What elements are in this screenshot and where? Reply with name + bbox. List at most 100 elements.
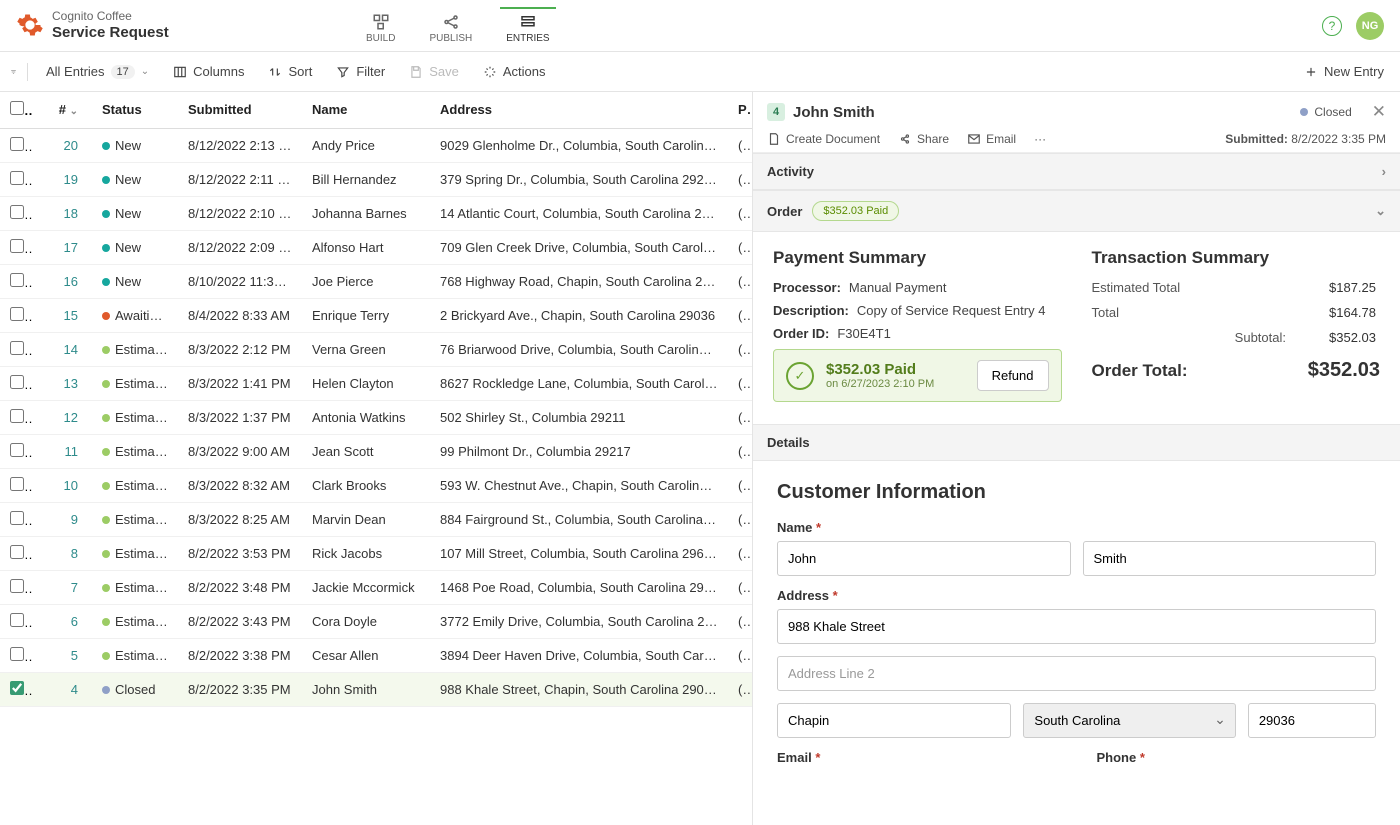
- first-name-input[interactable]: [777, 541, 1071, 576]
- cell-number: 11: [32, 434, 92, 468]
- table-row[interactable]: 20New8/12/2022 2:13 PMAndy Price9029 Gle…: [0, 128, 752, 162]
- row-checkbox[interactable]: [10, 307, 24, 321]
- app-logo-block: Cognito Coffee Service Request: [16, 9, 169, 41]
- status-dot-icon: [102, 652, 110, 660]
- row-checkbox[interactable]: [10, 137, 24, 151]
- activity-section-header[interactable]: Activity ›: [753, 153, 1400, 190]
- row-checkbox[interactable]: [10, 375, 24, 389]
- cell-status: New: [92, 264, 178, 298]
- table-row[interactable]: 16New8/10/2022 11:30 AMJoe Pierce768 Hig…: [0, 264, 752, 298]
- status-dot-icon: [102, 550, 110, 558]
- row-checkbox[interactable]: [10, 511, 24, 525]
- cell-submitted: 8/10/2022 11:30 AM: [178, 264, 302, 298]
- cell-address: 502 Shirley St., Columbia 29211: [430, 400, 728, 434]
- table-row[interactable]: 19New8/12/2022 2:11 PMBill Hernandez379 …: [0, 162, 752, 196]
- order-section-body: Payment Summary Processor:Manual Payment…: [753, 232, 1400, 424]
- cell-name: John Smith: [302, 672, 430, 706]
- state-select[interactable]: South Carolina: [1023, 703, 1235, 738]
- cell-number: 16: [32, 264, 92, 298]
- address-line2-input[interactable]: [777, 656, 1376, 691]
- refund-button[interactable]: Refund: [977, 360, 1049, 391]
- col-header-address[interactable]: Address: [430, 92, 728, 128]
- table-row[interactable]: 10Estimate …8/3/2022 8:32 AMClark Brooks…: [0, 468, 752, 502]
- col-header-phone[interactable]: Phone: [728, 92, 752, 128]
- last-name-input[interactable]: [1083, 541, 1377, 576]
- table-row[interactable]: 6Estimate a…8/2/2022 3:43 PMCora Doyle37…: [0, 604, 752, 638]
- table-row[interactable]: 15Awaiting …8/4/2022 8:33 AMEnrique Terr…: [0, 298, 752, 332]
- city-input[interactable]: [777, 703, 1011, 738]
- table-row[interactable]: 18New8/12/2022 2:10 PMJohanna Barnes14 A…: [0, 196, 752, 230]
- tab-entries[interactable]: ENTRIES: [500, 7, 555, 44]
- tab-publish[interactable]: PUBLISH: [423, 7, 478, 44]
- cell-address: 1468 Poe Road, Columbia, South Carolina …: [430, 570, 728, 604]
- table-row[interactable]: 4Closed8/2/2022 3:35 PMJohn Smith988 Kha…: [0, 672, 752, 706]
- filter-button[interactable]: Filter: [330, 60, 391, 83]
- address-line1-input[interactable]: [777, 609, 1376, 644]
- cell-submitted: 8/12/2022 2:13 PM: [178, 128, 302, 162]
- user-avatar[interactable]: NG: [1356, 12, 1384, 40]
- table-row[interactable]: 12Estimate …8/3/2022 1:37 PMAntonia Watk…: [0, 400, 752, 434]
- col-header-status[interactable]: Status: [92, 92, 178, 128]
- email-button[interactable]: Email: [967, 132, 1016, 146]
- status-dot-icon: [102, 516, 110, 524]
- table-row[interactable]: 13Estimate …8/3/2022 1:41 PMHelen Clayto…: [0, 366, 752, 400]
- cell-number: 5: [32, 638, 92, 672]
- table-row[interactable]: 8Estimate …8/2/2022 3:53 PMRick Jacobs10…: [0, 536, 752, 570]
- status-dot-icon: [102, 482, 110, 490]
- cell-status: New: [92, 230, 178, 264]
- status-dot-icon: [102, 244, 110, 252]
- cell-phone: (803): [728, 196, 752, 230]
- row-checkbox[interactable]: [10, 205, 24, 219]
- table-row[interactable]: 9Estimate …8/3/2022 8:25 AMMarvin Dean88…: [0, 502, 752, 536]
- cell-submitted: 8/3/2022 2:12 PM: [178, 332, 302, 366]
- row-checkbox[interactable]: [10, 545, 24, 559]
- help-icon[interactable]: ?: [1322, 16, 1342, 36]
- new-entry-button[interactable]: New Entry: [1298, 60, 1390, 83]
- cell-address: 593 W. Chestnut Ave., Chapin, South Caro…: [430, 468, 728, 502]
- more-actions-button[interactable]: ···: [1034, 132, 1046, 146]
- row-checkbox[interactable]: [10, 477, 24, 491]
- toolbar-settings-icon[interactable]: [10, 63, 28, 81]
- status-dot-icon: [102, 210, 110, 218]
- cell-address: 379 Spring Dr., Columbia, South Carolina…: [430, 162, 728, 196]
- row-checkbox[interactable]: [10, 341, 24, 355]
- col-header-number[interactable]: # ⌄: [32, 92, 92, 128]
- table-row[interactable]: 11Estimate …8/3/2022 9:00 AMJean Scott99…: [0, 434, 752, 468]
- cell-name: Enrique Terry: [302, 298, 430, 332]
- table-row[interactable]: 5Estimate …8/2/2022 3:38 PMCesar Allen38…: [0, 638, 752, 672]
- col-header-name[interactable]: Name: [302, 92, 430, 128]
- phone-label: Phone *: [1097, 750, 1377, 765]
- row-checkbox[interactable]: [10, 647, 24, 661]
- close-panel-button[interactable]: ✕: [1372, 102, 1386, 122]
- columns-button[interactable]: Columns: [167, 60, 250, 83]
- cell-status: Estimate …: [92, 570, 178, 604]
- sort-button[interactable]: Sort: [262, 60, 318, 83]
- cell-status: New: [92, 196, 178, 230]
- row-checkbox[interactable]: [10, 443, 24, 457]
- table-row[interactable]: 14Estimate …8/3/2022 2:12 PMVerna Green7…: [0, 332, 752, 366]
- row-checkbox[interactable]: [10, 613, 24, 627]
- cell-number: 15: [32, 298, 92, 332]
- view-selector[interactable]: All Entries 17 ⌄: [40, 60, 155, 83]
- table-row[interactable]: 17New8/12/2022 2:09 PMAlfonso Hart709 Gl…: [0, 230, 752, 264]
- row-checkbox[interactable]: [10, 409, 24, 423]
- select-all-checkbox[interactable]: [10, 101, 24, 115]
- actions-button[interactable]: Actions: [477, 60, 552, 83]
- cell-address: 884 Fairground St., Columbia, South Caro…: [430, 502, 728, 536]
- gear-icon: [16, 11, 44, 39]
- col-header-submitted[interactable]: Submitted: [178, 92, 302, 128]
- cell-submitted: 8/2/2022 3:48 PM: [178, 570, 302, 604]
- create-document-button[interactable]: Create Document: [767, 132, 880, 146]
- row-checkbox[interactable]: [10, 171, 24, 185]
- table-row[interactable]: 7Estimate …8/2/2022 3:48 PMJackie Mccorm…: [0, 570, 752, 604]
- row-checkbox[interactable]: [10, 239, 24, 253]
- cell-status: Awaiting …: [92, 298, 178, 332]
- row-checkbox[interactable]: [10, 579, 24, 593]
- order-section-header[interactable]: Order $352.03 Paid ⌄: [753, 190, 1400, 232]
- zip-input[interactable]: [1248, 703, 1376, 738]
- share-button[interactable]: Share: [898, 132, 949, 146]
- tab-build[interactable]: BUILD: [360, 7, 401, 44]
- status-dot-icon: [102, 380, 110, 388]
- row-checkbox[interactable]: [10, 681, 24, 695]
- row-checkbox[interactable]: [10, 273, 24, 287]
